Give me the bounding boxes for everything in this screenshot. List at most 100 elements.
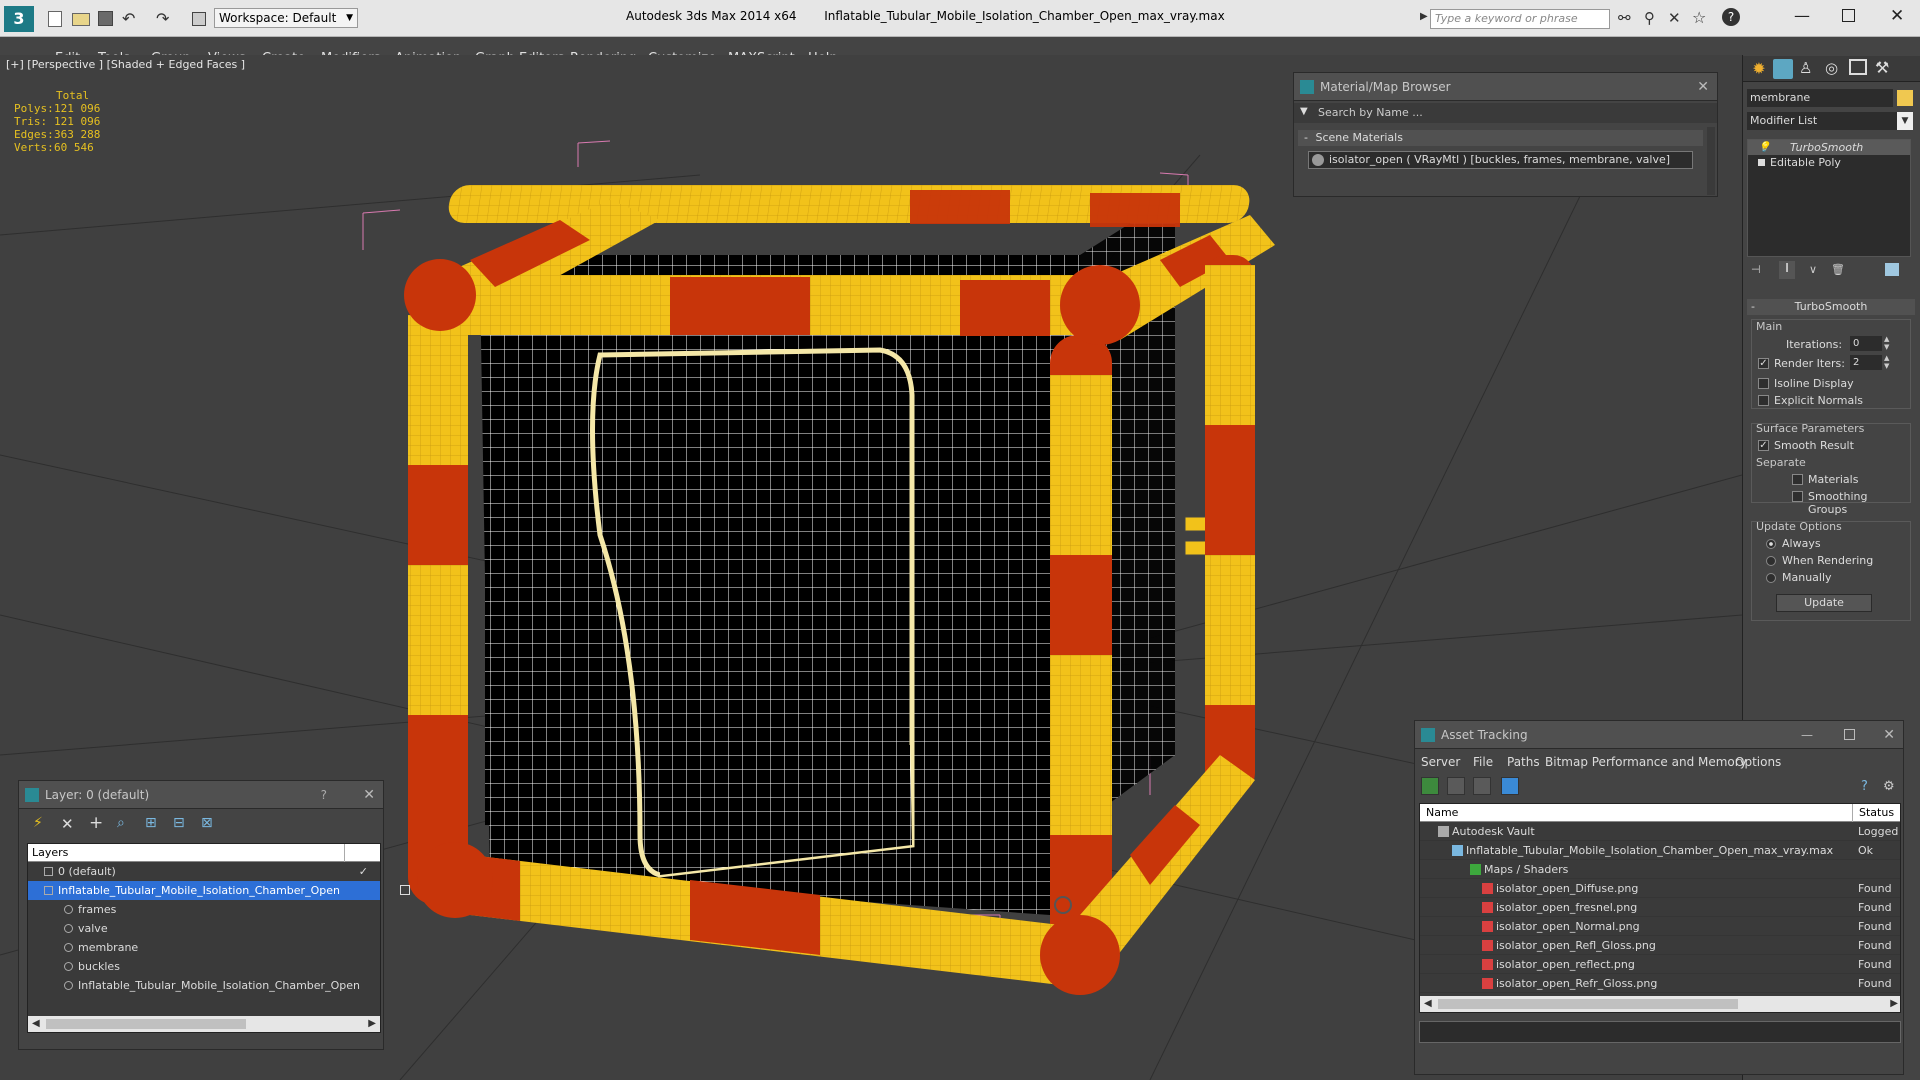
stack-item-editable-poly[interactable]: Editable Poly — [1748, 155, 1910, 170]
pin-stack-icon[interactable]: ⊣ — [1751, 263, 1761, 276]
scene-materials-header[interactable]: - Scene Materials — [1298, 130, 1703, 146]
iterations-spinner[interactable]: 0 — [1850, 336, 1882, 351]
object-color-swatch[interactable] — [1897, 90, 1913, 106]
select-layer-icon[interactable]: ⊞ — [145, 815, 157, 831]
smooth-result-checkbox[interactable]: ✓ — [1758, 440, 1769, 451]
turbosmooth-rollout-header[interactable]: - TurboSmooth — [1747, 299, 1915, 315]
update-always-radio[interactable] — [1766, 539, 1776, 549]
list-view-icon[interactable] — [1447, 777, 1465, 795]
maximize-icon[interactable] — [1844, 729, 1855, 740]
app-logo-icon[interactable]: 3 — [4, 6, 34, 32]
undo-icon[interactable]: ↶ — [122, 9, 135, 28]
spinner-arrows-icon[interactable]: ▲ ▼ — [1884, 354, 1889, 370]
maximize-window-icon[interactable] — [1842, 9, 1855, 22]
asset-row[interactable]: isolator_open_Refl_Gloss.png Found — [1420, 936, 1900, 955]
asset-path-field[interactable] — [1419, 1021, 1901, 1043]
motion-tab-icon[interactable]: ◎ — [1825, 59, 1838, 77]
update-when-rendering-radio[interactable] — [1766, 556, 1776, 566]
explicit-normals-checkbox[interactable] — [1758, 395, 1769, 406]
layer-row[interactable]: membrane — [28, 938, 380, 957]
asset-row[interactable]: isolator_open_Normal.png Found — [1420, 917, 1900, 936]
separate-materials-checkbox[interactable] — [1792, 474, 1803, 485]
help-icon[interactable]: ? — [1722, 8, 1740, 26]
make-unique-icon[interactable]: ∨ — [1809, 263, 1817, 276]
create-tab-icon[interactable]: ✹ — [1749, 59, 1769, 79]
update-manually-radio[interactable] — [1766, 573, 1776, 583]
layer-row[interactable]: 0 (default) ✓ — [28, 862, 380, 881]
asset-row[interactable]: isolator_open_reflect.png Found — [1420, 955, 1900, 974]
new-file-icon[interactable] — [48, 11, 62, 27]
favorites-icon[interactable]: ☆ — [1692, 8, 1706, 27]
asset-row[interactable]: isolator_open_Diffuse.png Found — [1420, 879, 1900, 898]
menu-server[interactable]: Server — [1421, 751, 1460, 773]
render-iters-checkbox[interactable]: ✓ — [1758, 358, 1769, 369]
menu-options[interactable]: Options — [1735, 751, 1781, 773]
layer-panel-titlebar[interactable]: Layer: 0 (default) ? ✕ — [19, 781, 383, 809]
layer-toggle-box[interactable] — [400, 885, 410, 895]
settings-icon[interactable]: ⚙ — [1883, 779, 1895, 794]
help-icon[interactable]: ? — [1861, 779, 1868, 794]
layer-row[interactable]: buckles — [28, 957, 380, 976]
add-to-layer-icon[interactable]: + — [89, 813, 103, 833]
material-scrollbar[interactable] — [1707, 127, 1715, 195]
close-icon[interactable]: ✕ — [1883, 721, 1895, 749]
asset-row[interactable]: Inflatable_Tubular_Mobile_Isolation_Cham… — [1420, 841, 1900, 860]
binoculars-icon[interactable]: ⚯ — [1618, 9, 1631, 27]
menu-bitmap-performance[interactable]: Bitmap Performance and Memory — [1545, 751, 1747, 773]
render-iters-spinner[interactable]: 2 — [1850, 355, 1882, 370]
search-input[interactable]: Type a keyword or phrase — [1430, 9, 1610, 29]
show-end-result-icon[interactable]: I — [1779, 261, 1795, 279]
modifier-list-dropdown[interactable]: Modifier List ▼ — [1747, 112, 1913, 130]
menu-paths[interactable]: Paths — [1507, 751, 1540, 773]
material-item[interactable]: isolator_open ( VRayMtl ) [buckles, fram… — [1308, 151, 1693, 169]
asset-row[interactable]: isolator_open_Refr_Gloss.png Found — [1420, 974, 1900, 993]
layer-hscrollbar[interactable]: ◀ ▶ — [28, 1016, 380, 1032]
expand-icon[interactable] — [1758, 159, 1765, 166]
utilities-tab-icon[interactable]: ⚒ — [1875, 58, 1889, 77]
menu-file[interactable]: File — [1473, 751, 1493, 773]
create-layer-icon[interactable]: ⚡ — [33, 815, 43, 831]
subscription-icon[interactable]: ⚲ — [1644, 9, 1655, 27]
close-icon[interactable]: ✕ — [1697, 73, 1709, 101]
current-layer-check-icon[interactable]: ✓ — [359, 862, 368, 881]
asset-tracking-titlebar[interactable]: Asset Tracking — ✕ — [1415, 721, 1903, 749]
configure-sets-icon[interactable] — [1885, 263, 1899, 276]
display-tab-icon[interactable] — [1849, 59, 1867, 75]
hierarchy-tab-icon[interactable]: ♙ — [1799, 59, 1812, 77]
close-window-icon[interactable]: ✕ — [1890, 6, 1904, 26]
close-icon[interactable]: ✕ — [363, 781, 375, 809]
help-button[interactable]: ? — [321, 781, 327, 809]
remove-modifier-icon[interactable]: 🗑 — [1831, 263, 1845, 276]
open-file-icon[interactable] — [72, 13, 90, 26]
workspace-dropdown[interactable]: Workspace: Default ▼ — [214, 8, 358, 28]
col-status-header[interactable]: Status — [1852, 804, 1900, 822]
object-name-field[interactable]: membrane — [1747, 89, 1893, 107]
material-search-input[interactable]: Search by Name ... — [1316, 104, 1706, 122]
refresh-icon[interactable] — [1421, 777, 1439, 795]
hide-freeze-icon[interactable]: ⊠ — [201, 815, 213, 831]
material-browser-titlebar[interactable]: Material/Map Browser ✕ — [1294, 73, 1717, 101]
separate-smoothing-groups-checkbox[interactable] — [1792, 491, 1803, 502]
minimize-icon[interactable]: — — [1801, 721, 1813, 749]
communication-icon[interactable]: ✕ — [1668, 9, 1681, 27]
select-objects-icon[interactable]: ⌕ — [117, 815, 125, 831]
asset-row[interactable]: isolator_open_fresnel.png Found — [1420, 898, 1900, 917]
update-button[interactable]: Update — [1776, 594, 1872, 612]
expand-search-icon[interactable]: ▶ — [1420, 11, 1428, 22]
stack-item-turbosmooth[interactable]: 💡 TurboSmooth — [1748, 140, 1910, 155]
grid-view-icon[interactable] — [1501, 777, 1519, 795]
layer-row[interactable]: valve — [28, 919, 380, 938]
asset-row[interactable]: Maps / Shaders — [1420, 860, 1900, 879]
table-view-icon[interactable] — [1473, 777, 1491, 795]
layer-row[interactable]: Inflatable_Tubular_Mobile_Isolation_Cham… — [28, 881, 410, 900]
lightbulb-icon[interactable]: 💡 — [1758, 140, 1770, 155]
minimize-window-icon[interactable]: — — [1794, 6, 1810, 25]
col-name-header[interactable]: Name — [1426, 804, 1458, 822]
layer-row[interactable]: Inflatable_Tubular_Mobile_Isolation_Cham… — [28, 976, 380, 995]
asset-row[interactable]: Autodesk Vault Logged C — [1420, 822, 1900, 841]
layers-column-header[interactable]: Layers — [28, 844, 380, 862]
options-dropdown-icon[interactable]: ▼ — [1300, 106, 1308, 117]
isoline-display-checkbox[interactable] — [1758, 378, 1769, 389]
asset-hscrollbar[interactable]: ◀ ▶ — [1420, 996, 1900, 1012]
delete-layer-icon[interactable]: ✕ — [61, 815, 74, 833]
